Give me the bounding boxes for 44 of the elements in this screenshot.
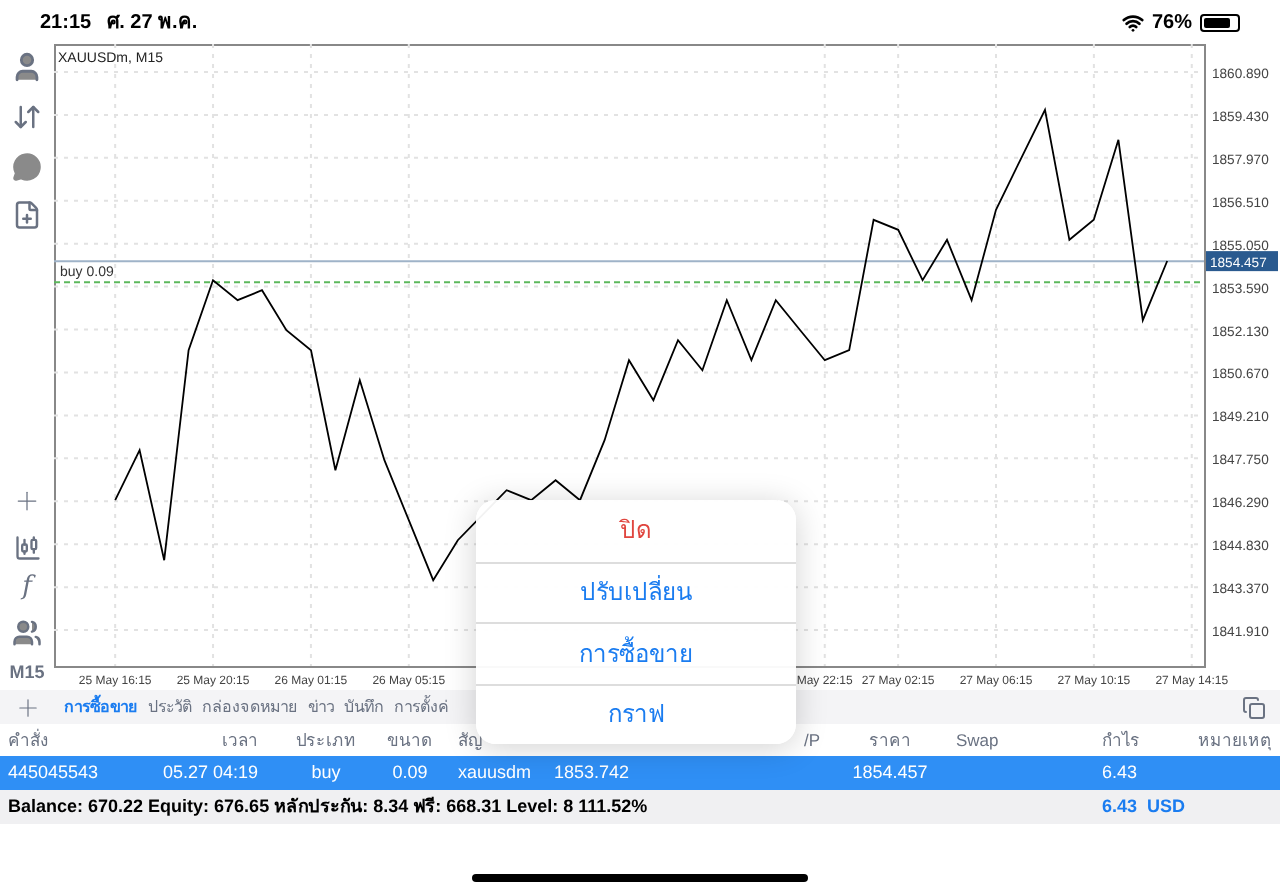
tab[interactable]: กล่องจดหมาย — [202, 695, 298, 719]
wifi-icon — [1121, 11, 1144, 33]
chat-icon[interactable] — [12, 152, 42, 182]
timeframe-button[interactable]: M15 — [9, 659, 45, 686]
table-cell: 1853.742 — [554, 761, 630, 782]
table-cell: 6.43 — [1102, 761, 1138, 782]
account-icon[interactable] — [10, 50, 44, 84]
column-header: ราคา — [869, 729, 911, 750]
column-header: ประเภท — [296, 729, 356, 750]
candlestick-icon[interactable] — [13, 533, 41, 561]
column-header: คำสั่ง — [8, 729, 48, 750]
tab[interactable]: การซื้อขาย — [64, 695, 138, 719]
column-header: เวลา — [222, 729, 258, 750]
menu-item[interactable]: ปิด — [476, 500, 796, 561]
column-header: กำไร — [1102, 729, 1140, 750]
menu-item[interactable]: ปรับเปลี่ยน — [476, 561, 796, 622]
tab[interactable]: ข่าว — [308, 695, 334, 719]
battery-icon — [1200, 13, 1240, 31]
account-summary: Balance: 670.22 Equity: 676.65 หลักประกัน: 8.34 ฟรี: 668.31 Level: 8 111.52% — [8, 795, 648, 816]
indicators-button[interactable]: f — [22, 571, 32, 603]
table-cell: 1854.457 — [852, 761, 928, 782]
tab[interactable]: บันทึก — [344, 695, 384, 719]
table-cell: 445045543 — [8, 761, 99, 782]
table-row[interactable]: 445045543 05.27 04:19 buy 0.09 xauusdm 1853.742 1854.457 6.43 — [0, 756, 1280, 790]
layout-icon[interactable] — [1242, 695, 1266, 719]
status-date: ศ. 27 พ.ค. — [107, 9, 198, 37]
trade-arrows-icon[interactable] — [12, 102, 42, 132]
column-header: สัญ — [458, 729, 482, 750]
column-header: /P — [804, 729, 821, 750]
menu-item[interactable]: การซื้อขาย — [476, 622, 796, 683]
table-cell: buy — [311, 761, 341, 782]
objects-icon[interactable] — [12, 617, 42, 647]
tab[interactable]: การตั้งค่ — [394, 695, 448, 719]
table-cell: 0.09 — [392, 761, 428, 782]
status-time: 21:15 — [40, 9, 92, 37]
total-profit: 6.43 USD — [1102, 795, 1186, 816]
column-header: หมายเหตุ — [1198, 729, 1272, 750]
column-header: Swap — [956, 729, 999, 750]
new-order-icon[interactable] — [12, 200, 42, 230]
table-cell: 05.27 04:19 — [162, 761, 258, 782]
table-cell: xauusdm — [458, 761, 532, 782]
battery-percent: 76% — [1151, 9, 1192, 37]
tab[interactable]: ประวัติ — [148, 695, 192, 719]
column-header: ขนาด — [387, 729, 433, 750]
